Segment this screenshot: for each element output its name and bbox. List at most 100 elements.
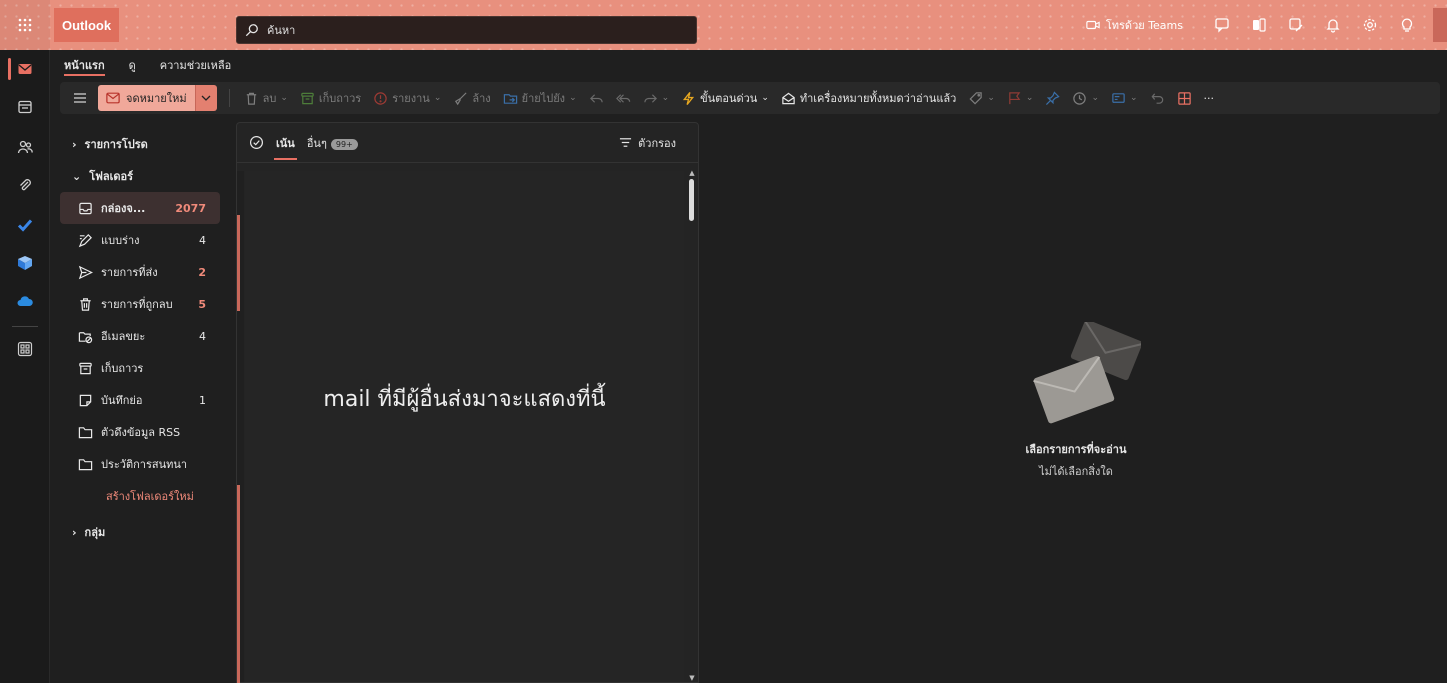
teams-call-label: โทรด้วย Teams <box>1105 19 1183 32</box>
folder-archive[interactable]: เก็บถาวร <box>60 352 220 384</box>
folder-deleted[interactable]: รายการที่ถูกลบ 5 <box>60 288 220 320</box>
rail-people[interactable] <box>0 128 50 166</box>
rail-divider <box>12 326 38 327</box>
chevron-down-icon: ⌄ <box>433 93 442 103</box>
tab-view[interactable]: ดู <box>115 50 146 80</box>
folder-label: รายการที่ส่ง <box>101 266 158 279</box>
top-header: Outlook โทรด้วย Teams <box>0 0 1447 50</box>
rail-todo[interactable] <box>0 206 50 244</box>
scroll-down-arrow[interactable]: ▼ <box>688 674 696 682</box>
filter-button[interactable]: ตัวกรอง <box>619 134 676 152</box>
quick-steps-label: ขั้นตอนด่วน <box>700 92 758 105</box>
toggle-nav-button[interactable] <box>66 84 94 112</box>
chevron-down-icon: ⌄ <box>1025 93 1034 103</box>
quick-steps-button[interactable]: ขั้นตอนด่วน ⌄ <box>675 84 775 112</box>
folder-move-icon <box>503 93 517 104</box>
trash-icon <box>246 92 256 105</box>
notes-icon <box>79 394 92 406</box>
folders-header[interactable]: ⌄ โฟลเดอร์ <box>60 160 220 192</box>
scroll-thumb[interactable] <box>689 179 694 221</box>
folder-sent[interactable]: รายการที่ส่ง 2 <box>60 256 220 288</box>
rules-button[interactable]: ⌄ <box>1105 84 1144 112</box>
reply-all-icon <box>615 93 630 103</box>
tab-other[interactable]: อื่นๆ 99+ <box>307 134 358 152</box>
folder-conversation-history[interactable]: ประวัติการสนทนา <box>60 448 220 480</box>
rail-calendar[interactable] <box>0 88 50 126</box>
archive-button[interactable]: เก็บถาวร <box>294 84 367 112</box>
folder-label: รายการที่ถูกลบ <box>101 298 173 311</box>
flag-button[interactable]: ⌄ <box>1001 84 1040 112</box>
broom-icon <box>455 91 467 105</box>
attach-icon <box>20 179 31 191</box>
new-mail-button[interactable]: จดหมายใหม่ <box>98 85 195 111</box>
chevron-down-icon: ⌄ <box>280 93 288 103</box>
rail-mail[interactable] <box>0 50 50 88</box>
app-launcher-button[interactable] <box>0 0 50 50</box>
tips-button[interactable] <box>1388 0 1425 50</box>
account-button[interactable] <box>1433 8 1447 42</box>
envelope-open-icon <box>782 92 795 104</box>
create-new-folder-link[interactable]: สร้างโฟลเดอร์ใหม่ <box>60 480 220 512</box>
mark-all-read-button[interactable]: ทำเครื่องหมายทั้งหมดว่าอ่านแล้ว <box>775 84 963 112</box>
message-list-header: เน้น อื่นๆ 99+ ตัวกรอง <box>237 123 698 163</box>
folder-inbox[interactable]: กล่องจ... 2077 <box>60 192 220 224</box>
scroll-up-arrow[interactable]: ▲ <box>688 169 696 177</box>
delete-label: ลบ <box>262 92 277 105</box>
search-icon <box>245 24 258 37</box>
rules-icon <box>1112 92 1125 103</box>
rail-files[interactable] <box>0 166 50 204</box>
ribbon-toolbar: จดหมายใหม่ ลบ ⌄ เก็บถาวร รายงาน ⌄ ล้าง ย้า… <box>60 82 1440 114</box>
teams-call-button[interactable]: โทรด้วย Teams <box>1076 16 1193 34</box>
sweep-button[interactable]: ล้าง <box>447 84 496 112</box>
chevron-down-icon <box>201 95 211 101</box>
message-list: เน้น อื่นๆ 99+ ตัวกรอง mail ที่มีผู้อื่นส… <box>236 122 699 683</box>
whiteboard-button[interactable] <box>1277 0 1314 50</box>
item-count: 1 <box>199 393 206 407</box>
tab-help[interactable]: ความช่วยเหลือ <box>146 50 241 80</box>
sweep-label: ล้าง <box>472 92 491 105</box>
app-title[interactable]: Outlook <box>54 8 120 42</box>
move-to-button[interactable]: ย้ายไปยัง ⌄ <box>497 84 583 112</box>
notifications-button[interactable] <box>1314 0 1351 50</box>
reply-all-button[interactable] <box>610 84 637 112</box>
sent-icon <box>78 265 93 279</box>
select-all-icon[interactable] <box>249 135 264 150</box>
new-mail-dropdown[interactable] <box>194 85 217 111</box>
groups-label: กลุ่ม <box>84 526 106 539</box>
tab-focused[interactable]: เน้น <box>274 134 297 160</box>
undo-icon <box>1151 92 1163 104</box>
pin-button[interactable] <box>1039 84 1066 112</box>
tab-home[interactable]: หน้าแรก <box>50 50 115 80</box>
delete-button[interactable]: ลบ ⌄ <box>238 84 294 112</box>
favorites-header[interactable]: › รายการโปรด <box>60 128 220 160</box>
folder-drafts[interactable]: แบบร่าง 4 <box>60 224 220 256</box>
folder-rss[interactable]: ตัวดึงข้อมูล RSS <box>60 416 220 448</box>
folder-notes[interactable]: บันทึกย่อ 1 <box>60 384 220 416</box>
move-to-label: ย้ายไปยัง <box>521 92 566 105</box>
settings-button[interactable] <box>1351 0 1388 50</box>
rail-viva[interactable] <box>0 244 50 282</box>
rail-onedrive[interactable] <box>0 282 50 320</box>
apps-button[interactable] <box>1171 84 1198 112</box>
undo-button[interactable] <box>1144 84 1171 112</box>
chevron-down-icon: ⌄ <box>661 93 670 103</box>
search-input[interactable] <box>267 23 667 37</box>
office-button[interactable] <box>1240 0 1277 50</box>
reply-button[interactable] <box>583 84 610 112</box>
tag-button[interactable]: ⌄ <box>962 84 1001 112</box>
report-label: รายงาน <box>392 92 430 105</box>
forward-icon <box>643 93 657 103</box>
mark-all-read-label: ทำเครื่องหมายทั้งหมดว่าอ่านแล้ว <box>799 92 957 105</box>
forward-button[interactable]: ⌄ <box>637 84 676 112</box>
search-box[interactable] <box>236 16 697 44</box>
snooze-button[interactable]: ⌄ <box>1066 84 1105 112</box>
item-count: 4 <box>199 233 206 247</box>
apps-icon <box>17 341 33 357</box>
folder-junk[interactable]: อีเมลขยะ 4 <box>60 320 220 352</box>
rail-more-apps[interactable] <box>0 330 50 368</box>
message-list-scrollbar[interactable]: ▲ ▼ <box>688 169 696 682</box>
groups-header[interactable]: › กลุ่ม <box>60 516 220 548</box>
more-options-button[interactable]: ··· <box>1198 84 1221 112</box>
report-button[interactable]: รายงาน ⌄ <box>367 84 447 112</box>
chat-button[interactable] <box>1203 0 1240 50</box>
